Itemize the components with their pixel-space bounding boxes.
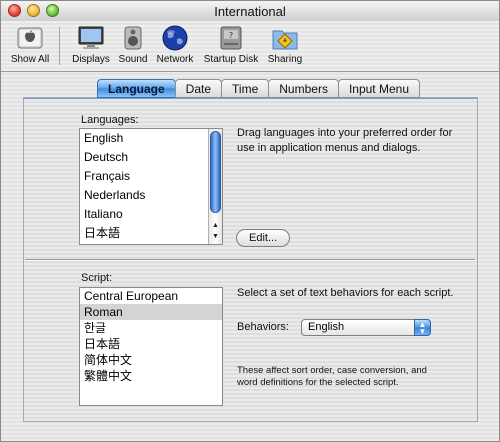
apple-logo-icon xyxy=(15,24,45,52)
tab-language[interactable]: Language xyxy=(97,79,176,98)
edit-button[interactable]: Edit... xyxy=(236,229,291,247)
show-all-label: Show All xyxy=(10,54,50,65)
network-label: Network xyxy=(156,54,194,65)
script-description: Select a set of text behaviors for each … xyxy=(237,287,454,299)
folder-sharing-icon xyxy=(270,24,300,52)
list-item[interactable]: Italiano xyxy=(80,205,222,224)
list-item[interactable]: 日本語 xyxy=(80,224,222,243)
script-list[interactable]: Central European Roman 한글 日本語 简体中文 繁體中文 xyxy=(79,287,223,406)
globe-icon xyxy=(160,24,190,52)
languages-description: Drag languages into your preferred order… xyxy=(237,127,453,154)
sound-label: Sound xyxy=(118,54,148,65)
speaker-icon xyxy=(118,24,148,52)
list-item[interactable]: Central European xyxy=(80,288,222,304)
window-title: International xyxy=(214,4,286,19)
updown-arrows-icon: ▲ ▼ xyxy=(414,319,431,336)
startup-disk-label: Startup Disk xyxy=(203,54,259,65)
list-item[interactable]: 繁體中文 xyxy=(80,368,222,384)
tab-date[interactable]: Date xyxy=(174,79,223,98)
preferences-window: International Show All Displays Sound Ne… xyxy=(0,0,500,442)
list-item[interactable]: Français xyxy=(80,167,222,186)
hard-disk-icon: ? xyxy=(216,24,246,52)
toolbar-separator xyxy=(59,27,60,65)
tab-input-menu[interactable]: Input Menu xyxy=(337,79,420,98)
list-item[interactable]: English xyxy=(80,129,222,148)
startup-disk-button[interactable]: ? Startup Disk xyxy=(201,24,261,65)
sharing-label: Sharing xyxy=(267,54,303,65)
svg-text:?: ? xyxy=(229,31,233,40)
scroll-down-arrow-icon[interactable]: ▼ xyxy=(212,233,219,240)
sharing-button[interactable]: Sharing xyxy=(265,24,305,65)
behaviors-label: Behaviors: xyxy=(237,321,289,333)
list-item[interactable]: Nederlands xyxy=(80,186,222,205)
tab-bar: Language Date Time Numbers Input Menu xyxy=(97,79,420,99)
list-item[interactable]: 한글 xyxy=(80,320,222,336)
behaviors-popup[interactable]: English ▲ ▼ xyxy=(301,319,431,336)
list-item[interactable]: 日本語 xyxy=(80,336,222,352)
displays-label: Displays xyxy=(72,54,110,65)
list-item[interactable]: 简体中文 xyxy=(80,352,222,368)
displays-button[interactable]: Displays xyxy=(69,24,113,65)
behaviors-value: English xyxy=(308,321,345,333)
tab-numbers[interactable]: Numbers xyxy=(268,79,339,98)
script-note: These affect sort order, case conversion… xyxy=(237,365,427,388)
display-icon xyxy=(76,24,106,52)
languages-list[interactable]: English Deutsch Français Nederlands Ital… xyxy=(79,128,223,245)
toolbar: Show All Displays Sound Network ? Startu… xyxy=(1,21,499,72)
scroll-up-arrow-icon[interactable]: ▲ xyxy=(212,222,219,229)
section-divider xyxy=(25,259,475,260)
languages-scrollbar[interactable]: ▲ ▼ xyxy=(208,129,222,244)
show-all-button[interactable]: Show All xyxy=(9,24,51,65)
scroll-thumb[interactable] xyxy=(210,131,221,213)
title-bar[interactable]: International xyxy=(1,1,499,22)
network-button[interactable]: Network xyxy=(153,24,197,65)
list-item-selected[interactable]: Roman xyxy=(80,304,222,320)
sound-button[interactable]: Sound xyxy=(115,24,151,65)
script-label: Script: xyxy=(81,272,113,284)
tab-time[interactable]: Time xyxy=(221,79,270,98)
list-item[interactable]: Deutsch xyxy=(80,148,222,167)
languages-label: Languages: xyxy=(81,114,139,126)
